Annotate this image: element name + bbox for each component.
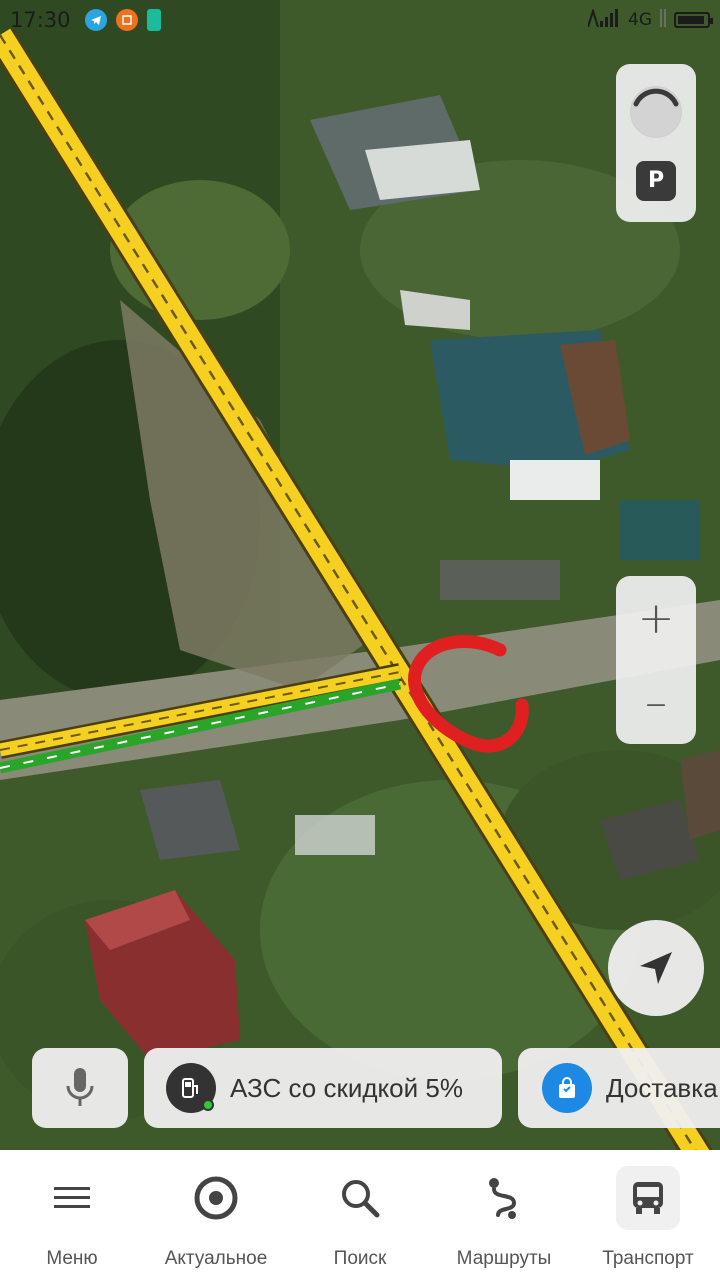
zoom-control: + – — [616, 576, 696, 744]
nav-item-search[interactable]: Поиск — [288, 1150, 432, 1280]
my-location-button[interactable] — [608, 920, 704, 1016]
navigation-arrow-icon — [640, 952, 672, 984]
menu-icon — [54, 1187, 90, 1208]
nav-item-actual[interactable]: Актуальное — [144, 1150, 288, 1280]
bottom-navigation: Меню Актуальное Поиск Маршруты Транспорт — [0, 1150, 720, 1280]
nav-item-routes[interactable]: Маршруты — [432, 1150, 576, 1280]
nav-label-menu: Меню — [46, 1248, 98, 1269]
status-bar: 17:30 4G — [0, 0, 720, 40]
fuel-chip-label: АЗС со скидкой 5% — [230, 1072, 463, 1103]
parking-button[interactable]: P — [636, 160, 676, 201]
map-layers-panel: P — [616, 64, 696, 222]
nav-item-menu[interactable]: Меню — [0, 1150, 144, 1280]
zoom-in-button[interactable]: + — [616, 576, 696, 660]
nav-label-search: Поиск — [333, 1248, 387, 1269]
nav-label-transport: Транспорт — [602, 1248, 694, 1269]
sim-icon — [146, 9, 161, 31]
nav-icon-box — [40, 1166, 104, 1230]
nav-icon-box — [616, 1166, 680, 1230]
voice-search-button[interactable] — [32, 1048, 128, 1128]
battery-icon — [674, 12, 713, 28]
data-arrows-icon — [658, 8, 668, 32]
traffic-button[interactable] — [630, 85, 682, 138]
fuel-discount-chip[interactable]: АЗС со скидкой 5% — [144, 1048, 502, 1128]
nav-label-actual: Актуальное — [164, 1248, 268, 1269]
zoom-out-button[interactable]: – — [616, 660, 696, 744]
delivery-chip-label: Доставка — [606, 1072, 718, 1103]
shopping-bag-icon — [542, 1063, 592, 1113]
nav-icon-box — [328, 1166, 392, 1230]
nav-item-transport[interactable]: Транспорт — [576, 1150, 720, 1280]
fuel-status-dot — [202, 1099, 214, 1111]
delivery-chip[interactable]: Доставка — [518, 1048, 720, 1128]
telegram-icon — [84, 9, 107, 31]
fuel-station-icon — [166, 1063, 216, 1113]
nav-label-routes: Маршруты — [456, 1248, 552, 1269]
route-icon — [489, 1178, 517, 1219]
microphone-icon — [66, 1068, 94, 1106]
traffic-light-icon — [631, 86, 681, 137]
nav-icon-box — [472, 1166, 536, 1230]
target-icon — [194, 1176, 238, 1220]
signal-icon — [587, 7, 622, 32]
network-type: 4G — [628, 10, 652, 30]
status-time: 17:30 — [10, 8, 71, 32]
yandex-maps-screen: 17:30 4G P + – АЗС со скидкой 5% Доставк… — [0, 0, 720, 1280]
bus-icon — [633, 1182, 663, 1214]
app-notification-icon — [115, 9, 138, 31]
status-right: 4G — [587, 7, 713, 32]
nav-icon-box — [184, 1166, 248, 1230]
search-icon — [342, 1180, 380, 1218]
